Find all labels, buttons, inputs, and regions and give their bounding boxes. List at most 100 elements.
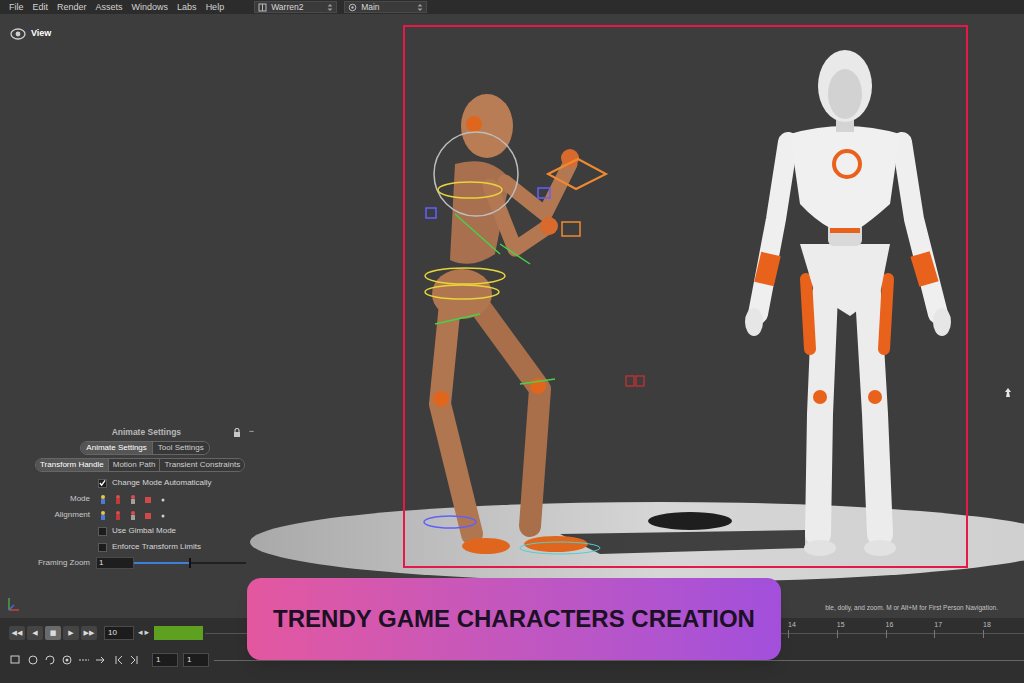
handle-mode-icon[interactable] [158,510,168,521]
timeline-tool-icon[interactable] [78,654,90,666]
step-forward-button[interactable]: ▸ [145,626,150,640]
desktop-dropdown-icon [258,3,267,12]
checkbox[interactable] [98,479,107,488]
highlight-frame [403,25,968,568]
title-banner: TRENDY GAME CHARACTERS CREATION [247,578,781,660]
context-dropdown[interactable]: Main [344,1,427,13]
handle-mode-icon[interactable] [113,510,123,521]
menu-item[interactable]: Labs [177,0,197,14]
row-label: Mode [70,494,90,503]
frame-tick: 14 [788,620,796,631]
handle-mode-icon[interactable] [113,494,123,505]
panel-subtab[interactable]: Motion Path [108,459,160,471]
setting-row: Alignment [30,507,260,523]
tick-mark [886,630,887,638]
context-dropdown-icon [348,3,357,12]
subtab-group: Transform HandleMotion PathTransient Con… [35,458,245,472]
frame-field[interactable]: 10 [104,626,134,640]
menu-item[interactable]: Help [206,0,225,14]
mode-icons [98,510,168,521]
checkbox-label[interactable]: Enforce Transform Limits [112,541,201,553]
menu-item[interactable]: File [9,0,24,14]
setting-row: Use Gimbal Mode [30,523,260,539]
panel-tab[interactable]: Animate Settings [81,442,151,454]
animate-settings-panel: Animate Settings−Animate SettingsTool Se… [30,425,260,571]
handle-mode-icon[interactable] [143,494,153,505]
handle-mode-icon[interactable] [98,494,108,505]
desktop-dropdown-label[interactable]: Warren2 [271,1,323,13]
viewport[interactable]: View ble, dolly, and zoom. M or Alt+M for… [0,14,1024,618]
banner-title: TRENDY GAME CHARACTERS CREATION [273,601,755,637]
range-start-field[interactable]: 1 [152,653,178,667]
playback-button[interactable]: ◀◀ [9,626,25,640]
panel-tabs: Animate SettingsTool Settings [30,441,260,455]
tick-mark [837,630,838,638]
range-start-value[interactable]: 1 [156,654,160,666]
checkbox[interactable] [98,543,107,552]
playback-button[interactable]: ▶▶ [81,626,97,640]
row-label-cell: Framing Zoom [30,557,94,569]
checkbox-label[interactable]: Change Mode Automatically [112,477,212,489]
setting-row: Mode [30,491,260,507]
step-back-button[interactable]: ◂ [138,626,143,640]
tick-mark [983,630,984,638]
slider-fill [134,562,190,564]
updown-arrow-icon [417,3,423,12]
framing-zoom-field[interactable]: 1 [96,557,134,569]
panel-title: Animate Settings [30,426,233,439]
tab-group: Animate SettingsTool Settings [80,441,209,455]
lock-icon[interactable] [233,428,241,437]
timeline-tool-icon[interactable] [112,654,124,666]
handle-mode-icon[interactable] [158,494,168,505]
checkbox-label[interactable]: Use Gimbal Mode [112,525,176,537]
panel-tab[interactable]: Tool Settings [152,442,209,454]
frame-tick: 15 [837,620,845,631]
checkbox[interactable] [98,527,107,536]
context-dropdown-label[interactable]: Main [361,1,413,13]
status-hint: ble, dolly, and zoom. M or Alt+M for Fir… [825,603,998,613]
frame-value[interactable]: 10 [108,627,117,639]
desktop-dropdown[interactable]: Warren2 [254,1,337,13]
handle-mode-icon[interactable] [143,510,153,521]
range-end-value[interactable]: 1 [187,654,191,666]
field-value[interactable]: 1 [99,558,103,568]
collapse-button[interactable]: − [249,425,260,439]
timeline-tool-icon[interactable] [129,654,141,666]
timeline-tool-icon[interactable] [44,654,56,666]
axis-gizmo-icon [6,596,20,612]
panel-subtabs: Transform HandleMotion PathTransient Con… [35,458,260,472]
frame-tick: 18 [983,620,991,631]
panel-subtab[interactable]: Transient Constraints [159,459,244,471]
handle-mode-icon[interactable] [128,510,138,521]
slider-handle[interactable] [189,558,191,568]
updown-arrow-icon [327,3,333,12]
cached-range-bar [154,626,203,640]
timeline-tool-icon[interactable] [10,654,22,666]
framing-zoom-slider[interactable] [134,562,246,564]
mode-icons [98,494,168,505]
handle-mode-icon[interactable] [98,510,108,521]
handle-mode-icon[interactable] [128,494,138,505]
setting-row: Change Mode Automatically [30,475,260,491]
menu: File Edit Render Assets Windows Labs Help [9,0,224,14]
timeline-tool-icon[interactable] [27,654,39,666]
navigation-cursor-icon [1002,387,1014,399]
timeline-tool-icon[interactable] [61,654,73,666]
setting-row: Enforce Transform Limits [30,539,260,555]
frame-tick: 16 [886,620,894,631]
range-end-field[interactable]: 1 [183,653,209,667]
menu-item[interactable]: Assets [96,0,123,14]
menu-item[interactable]: Render [57,0,87,14]
menu-item[interactable]: Windows [132,0,169,14]
menu-item[interactable]: Edit [33,0,49,14]
timeline-tool-icon[interactable] [95,654,107,666]
playback-button[interactable]: ▶ [63,626,79,640]
playback-button[interactable]: ■ [45,626,61,640]
panel-subtab[interactable]: Transform Handle [36,459,108,471]
view-label: View [31,27,51,41]
frame-tick: 17 [934,620,942,631]
row-label: Alignment [54,510,90,519]
menu-bar: File Edit Render Assets Windows Labs Help Warre… [0,0,1024,14]
setting-row: Framing Zoom 1 [30,555,260,571]
playback-button[interactable]: ◀ [27,626,43,640]
